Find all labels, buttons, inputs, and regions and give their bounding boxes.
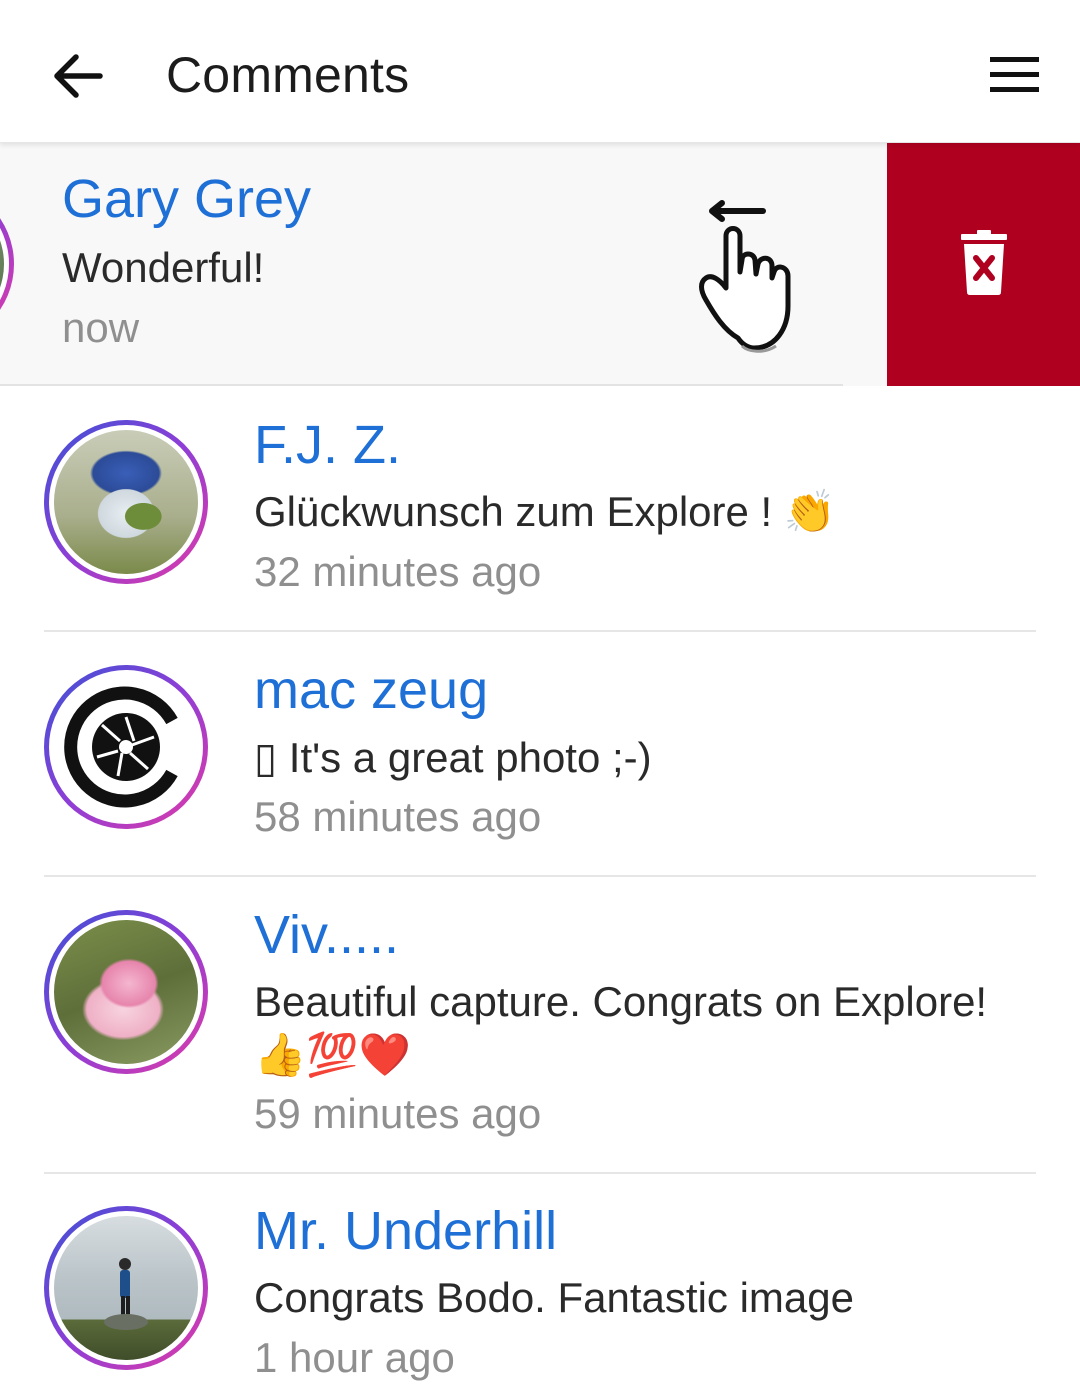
comment-emoji-line: 👍💯❤️ xyxy=(254,1030,411,1079)
page-title: Comments xyxy=(166,47,410,103)
menu-button[interactable] xyxy=(982,44,1046,108)
avatar[interactable] xyxy=(44,420,208,584)
comment-author[interactable]: Viv..... xyxy=(254,904,399,966)
comment-time: now xyxy=(62,304,140,351)
arrow-left-icon xyxy=(54,54,103,98)
comment-time: 58 minutes ago xyxy=(254,793,542,840)
avatar[interactable] xyxy=(44,910,208,1074)
avatar-photo xyxy=(54,675,198,819)
back-button[interactable] xyxy=(46,44,110,108)
avatar[interactable] xyxy=(44,1206,208,1370)
comment-text: Beautiful capture. Congrats on Explore! xyxy=(254,978,988,1025)
comment-text: Wonderful! xyxy=(62,244,265,291)
swiped-comment-row[interactable]: Gary Grey Wonderful! now xyxy=(0,142,1080,386)
comment-row[interactable]: mac zeug ▯ It's a great photo ;-) 58 min… xyxy=(0,631,1080,877)
comment-author[interactable]: F.J. Z. xyxy=(254,414,401,476)
delete-button[interactable] xyxy=(887,142,1080,386)
comment-time: 59 minutes ago xyxy=(254,1090,542,1137)
avatar[interactable] xyxy=(44,665,208,829)
comment-time: 32 minutes ago xyxy=(254,548,542,595)
comment-author[interactable]: Gary Grey xyxy=(62,168,311,230)
comment-text: ▯ It's a great photo ;-) xyxy=(254,734,652,781)
comment-text: Congrats Bodo. Fantastic image xyxy=(254,1274,854,1321)
comment-row[interactable]: Viv..... Beautiful capture. Congrats on … xyxy=(0,876,1080,1174)
comment-time: 1 hour ago xyxy=(254,1334,455,1381)
swipe-left-hand-icon xyxy=(699,200,791,353)
camera-aperture-icon xyxy=(64,686,178,808)
avatar-photo xyxy=(54,430,198,574)
comment-row[interactable]: F.J. Z. Glückwunsch zum Explore ! 👏 32 m… xyxy=(0,386,1080,632)
person-figure-icon xyxy=(104,1258,148,1330)
comment-author[interactable]: mac zeug xyxy=(254,659,488,721)
avatar-photo xyxy=(54,1216,198,1360)
trash-x-icon xyxy=(961,230,1007,295)
comment-row[interactable]: Mr. Underhill Congrats Bodo. Fantastic i… xyxy=(0,1174,1080,1390)
avatar[interactable] xyxy=(0,182,14,346)
comment-text: Glückwunsch zum Explore ! 👏 xyxy=(254,488,837,535)
avatar-photo xyxy=(54,920,198,1064)
hamburger-menu-icon xyxy=(990,57,1039,92)
comment-author[interactable]: Mr. Underhill xyxy=(254,1200,557,1262)
app-bar: Comments xyxy=(0,0,1080,143)
